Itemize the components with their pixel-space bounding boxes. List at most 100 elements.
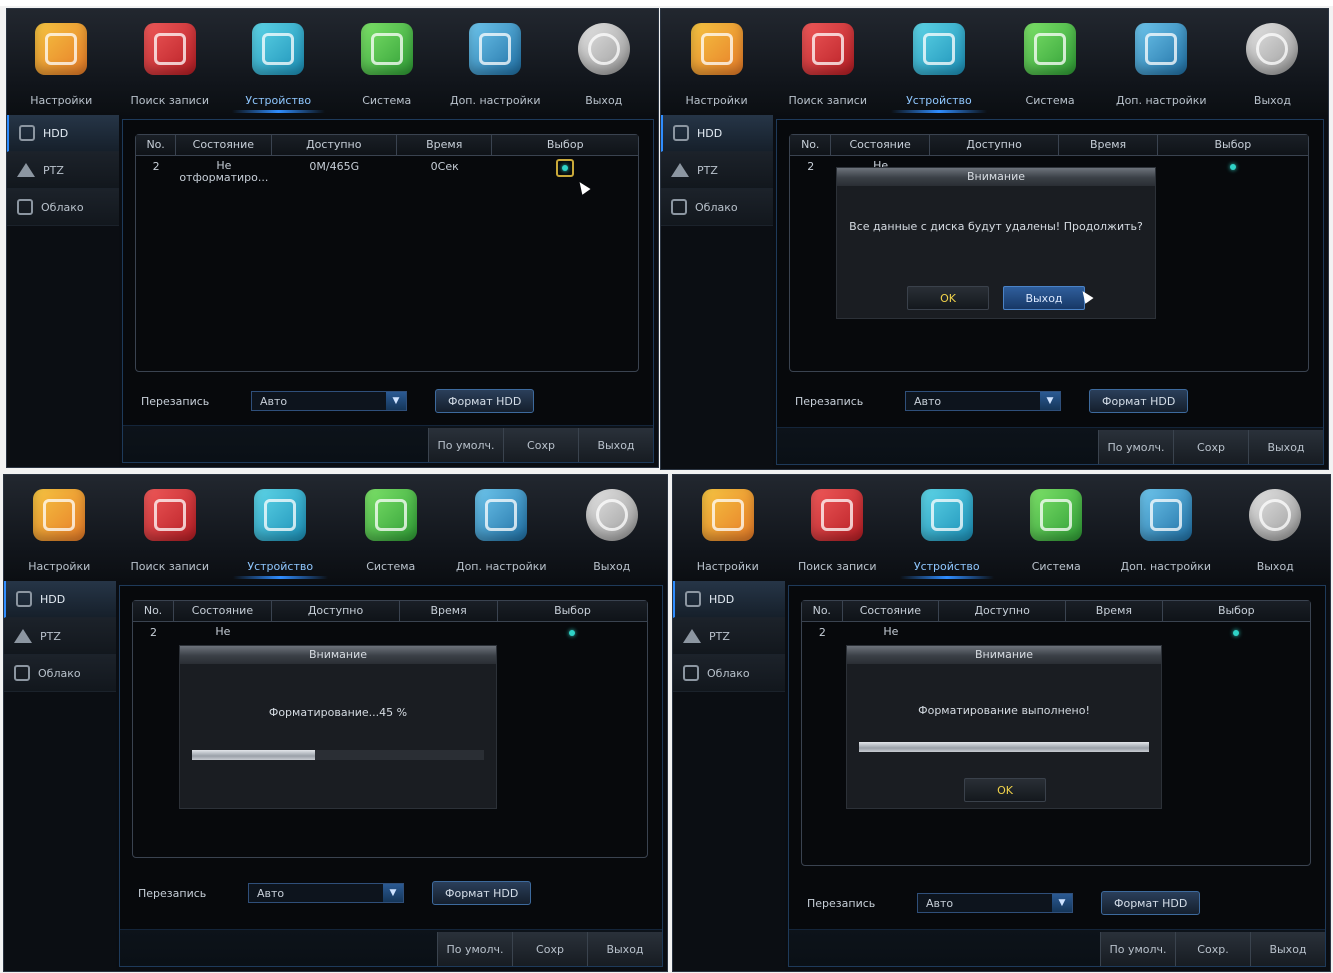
cell-no: 2 bbox=[818, 626, 826, 639]
sidebar-item-cloud[interactable]: Облако bbox=[7, 189, 119, 226]
selected-dot[interactable] bbox=[1229, 164, 1236, 170]
hdd-icon bbox=[19, 125, 35, 141]
cell-no: 2 bbox=[150, 626, 158, 639]
done-message: Форматирование выполнено! bbox=[918, 704, 1090, 717]
settings-icon bbox=[35, 23, 88, 75]
progress-bar bbox=[192, 750, 484, 760]
top-navigation: Настройки Поиск записи Устройство Систем… bbox=[661, 9, 1328, 115]
nav-system[interactable]: Система bbox=[1002, 475, 1112, 581]
cloud-icon bbox=[14, 665, 30, 681]
nav-system[interactable]: Система bbox=[995, 9, 1106, 115]
overwrite-select[interactable]: Авто ▼ bbox=[251, 391, 407, 411]
nav-settings[interactable]: Настройки bbox=[673, 475, 783, 581]
nav-device[interactable]: Устройство bbox=[892, 475, 1002, 581]
nav-exit[interactable]: Выход bbox=[550, 9, 659, 115]
nav-record-search[interactable]: Поиск записи bbox=[115, 475, 226, 581]
save-button[interactable]: Сохр. bbox=[1175, 932, 1250, 966]
bottom-bar: По умолч. Сохр Выход bbox=[120, 929, 662, 966]
bottom-bar: По умолч. Сохр. Выход bbox=[789, 929, 1325, 966]
ptz-camera-icon bbox=[683, 629, 701, 643]
cell-time: 0Сек bbox=[430, 160, 459, 173]
nav-system[interactable]: Система bbox=[333, 9, 442, 115]
nav-record-search[interactable]: Поиск записи bbox=[116, 9, 225, 115]
nav-advanced[interactable]: Доп. настройки bbox=[441, 9, 550, 115]
sidebar-item-cloud[interactable]: Облако bbox=[4, 655, 116, 692]
default-button[interactable]: По умолч. bbox=[1098, 430, 1173, 464]
column-time: Время bbox=[400, 601, 498, 621]
advanced-settings-icon bbox=[475, 489, 528, 541]
sidebar-item-cloud[interactable]: Облако bbox=[673, 655, 785, 692]
nav-record-search[interactable]: Поиск записи bbox=[783, 475, 893, 581]
sidebar-item-hdd[interactable]: HDD bbox=[661, 115, 773, 152]
column-select: Выбор bbox=[554, 604, 591, 617]
format-hdd-button[interactable]: Формат HDD bbox=[1101, 891, 1201, 915]
selected-dot[interactable] bbox=[1233, 630, 1240, 636]
sidebar-item-ptz[interactable]: PTZ bbox=[4, 618, 116, 655]
nav-device[interactable]: Устройство bbox=[224, 9, 333, 115]
nav-device[interactable]: Устройство bbox=[225, 475, 336, 581]
nav-record-search[interactable]: Поиск записи bbox=[772, 9, 883, 115]
system-info-icon bbox=[1030, 489, 1083, 541]
nav-exit[interactable]: Выход bbox=[1221, 475, 1331, 581]
nav-device[interactable]: Устройство bbox=[883, 9, 994, 115]
table-header: No. Состояние Доступно Время Выбор bbox=[802, 601, 1310, 622]
sidebar-item-label: PTZ bbox=[709, 629, 730, 643]
save-button[interactable]: Сохр bbox=[512, 932, 587, 966]
sidebar-item-hdd[interactable]: HDD bbox=[673, 581, 785, 618]
exit-button[interactable]: Выход bbox=[587, 932, 662, 966]
ok-button[interactable]: OK bbox=[964, 778, 1046, 802]
sidebar-item-hdd[interactable]: HDD bbox=[7, 115, 119, 152]
nav-settings[interactable]: Настройки bbox=[661, 9, 772, 115]
sidebar-item-ptz[interactable]: PTZ bbox=[7, 152, 119, 189]
overwrite-label: Перезапись bbox=[807, 896, 876, 910]
nav-advanced[interactable]: Доп. настройки bbox=[1106, 9, 1217, 115]
default-button[interactable]: По умолч. bbox=[437, 932, 512, 966]
format-hdd-button[interactable]: Формат HDD bbox=[435, 389, 535, 413]
sidebar-item-ptz[interactable]: PTZ bbox=[661, 152, 773, 189]
sidebar-item-hdd[interactable]: HDD bbox=[4, 581, 116, 618]
format-hdd-button[interactable]: Формат HDD bbox=[432, 881, 532, 905]
sidebar-item-cloud[interactable]: Облако bbox=[661, 189, 773, 226]
overwrite-label: Перезапись bbox=[795, 394, 864, 408]
overwrite-select[interactable]: Авто ▼ bbox=[248, 883, 404, 903]
nav-label: Доп. настройки bbox=[455, 560, 547, 573]
advanced-settings-icon bbox=[1135, 23, 1188, 75]
nav-exit[interactable]: Выход bbox=[557, 475, 668, 581]
nav-settings[interactable]: Настройки bbox=[7, 9, 116, 115]
overwrite-label: Перезапись bbox=[138, 886, 207, 900]
selected-dot[interactable] bbox=[569, 630, 576, 636]
exit-button[interactable]: Выход bbox=[1250, 932, 1325, 966]
dialog-exit-button[interactable]: Выход bbox=[1003, 286, 1085, 310]
power-icon bbox=[577, 23, 630, 75]
ptz-camera-icon bbox=[14, 629, 32, 643]
table-row[interactable]: 2 Не отформатиро... 0M/465G 0Сек bbox=[136, 156, 638, 188]
default-button[interactable]: По умолч. bbox=[1100, 932, 1175, 966]
dialog-title: Внимание bbox=[180, 646, 496, 664]
advanced-settings-icon bbox=[1139, 489, 1192, 541]
overwrite-row: Перезапись Авто ▼ Формат HDD bbox=[138, 880, 648, 906]
screen-hdd-list: Настройки Поиск записи Устройство Систем… bbox=[6, 8, 659, 468]
exit-button[interactable]: Выход bbox=[578, 428, 653, 462]
settings-icon bbox=[33, 489, 86, 541]
overwrite-select[interactable]: Авто ▼ bbox=[905, 391, 1061, 411]
nav-label: Устройство bbox=[906, 94, 972, 107]
nav-system[interactable]: Система bbox=[336, 475, 447, 581]
nav-settings[interactable]: Настройки bbox=[4, 475, 115, 581]
overwrite-value: Авто bbox=[260, 394, 288, 408]
overwrite-select[interactable]: Авто ▼ bbox=[917, 893, 1073, 913]
save-button[interactable]: Сохр bbox=[503, 428, 578, 462]
hdd-icon bbox=[685, 591, 701, 607]
format-hdd-button[interactable]: Формат HDD bbox=[1089, 389, 1189, 413]
sidebar-item-label: PTZ bbox=[43, 163, 64, 177]
save-button[interactable]: Сохр bbox=[1173, 430, 1248, 464]
select-checkbox[interactable] bbox=[556, 159, 575, 177]
hdd-content: No. Состояние Доступно Время Выбор 2 Не о… bbox=[122, 119, 654, 463]
nav-exit[interactable]: Выход bbox=[1217, 9, 1328, 115]
exit-button[interactable]: Выход bbox=[1248, 430, 1323, 464]
sidebar-item-ptz[interactable]: PTZ bbox=[673, 618, 785, 655]
table-header: No. Состояние Доступно Время Выбор bbox=[136, 135, 638, 156]
default-button[interactable]: По умолч. bbox=[428, 428, 503, 462]
ok-button[interactable]: OK bbox=[907, 286, 989, 310]
nav-advanced[interactable]: Доп. настройки bbox=[446, 475, 557, 581]
nav-advanced[interactable]: Доп. настройки bbox=[1111, 475, 1221, 581]
